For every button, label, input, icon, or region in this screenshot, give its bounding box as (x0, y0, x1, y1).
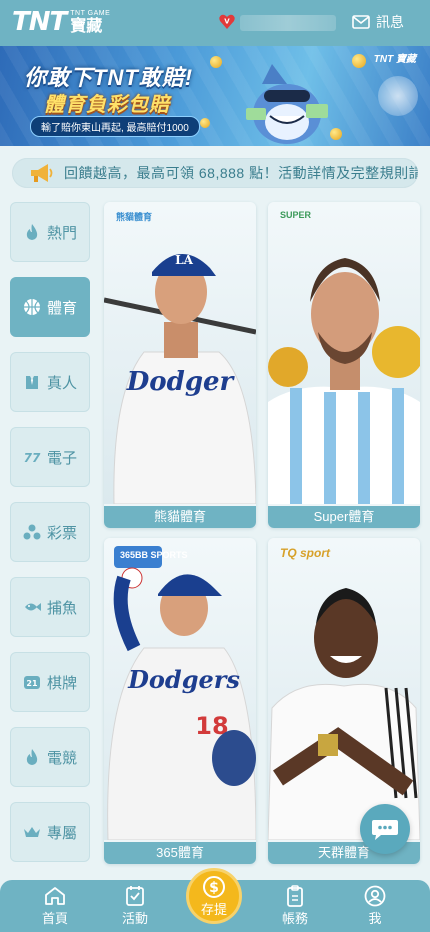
site-logo[interactable]: TNT TNT GAME 寶藏 (12, 8, 110, 36)
sidebar-item-label: 電競 (46, 749, 77, 767)
message-label: 訊息 (376, 14, 404, 30)
home-icon (45, 887, 65, 905)
sidebar-item-lottery[interactable]: 彩票 (10, 502, 90, 562)
game-card-super-sports[interactable]: SUPER Super體育 (268, 202, 420, 528)
player-image: Dodgers 18 (104, 538, 256, 840)
svg-text:V: V (224, 18, 230, 26)
sidebar-item-label: 真人 (46, 374, 77, 392)
banner-tagline: 輸了賠你東山再起, 最高賠付1000 (30, 116, 200, 137)
shark-mascot-icon (246, 64, 328, 144)
chat-support-button[interactable] (360, 804, 410, 854)
sidebar-item-slots[interactable]: 77 電子 (10, 427, 90, 487)
checklist-icon (126, 886, 144, 906)
provider-logo: SUPER (280, 210, 312, 220)
nav-me-label: 我 (368, 911, 382, 926)
sidebar-item-fishing[interactable]: 捕魚 (10, 577, 90, 637)
chat-bubble-icon (372, 820, 398, 840)
sidebar-item-label: 捕魚 (46, 599, 77, 617)
sidebar-item-label: 電子 (46, 449, 77, 467)
player-image (268, 538, 420, 840)
player-image (268, 202, 420, 504)
banner-subtitle: 體育負彩包賠 (44, 94, 170, 116)
marquee-text: 回饋越高，最高可領 68,888 點！活動詳情及完整規則請至活 (64, 165, 418, 181)
lottery-balls-icon (23, 523, 41, 541)
sidebar-item-esports[interactable]: 電競 (10, 727, 90, 787)
game-card-panda-sports[interactable]: Dodger LA 熊貓體育 熊貓體育 (104, 202, 256, 528)
vip-heart-icon: V (219, 14, 235, 29)
provider-logo: 365BB SPORTS (120, 550, 188, 560)
sidebar-item-label: 體育 (46, 299, 77, 317)
sidebar-item-sports[interactable]: 體育 (10, 277, 90, 337)
provider-logo: TQ sport (280, 546, 330, 560)
game-card-365-sports[interactable]: Dodgers 18 365BB SPORTS 365體育 (104, 538, 256, 864)
nav-activity-label: 活動 (121, 911, 148, 926)
sidebar-item-hot[interactable]: 熱門 (10, 202, 90, 262)
megaphone-icon (31, 164, 53, 182)
announcement-marquee[interactable]: 回饋越高，最高可領 68,888 點！活動詳情及完整規則請至活 (12, 158, 418, 188)
fish-icon (23, 598, 41, 616)
sidebar-item-exclusive[interactable]: 專屬 (10, 802, 90, 862)
svg-text:$: $ (209, 880, 219, 896)
sidebar-item-label: 棋牌 (46, 674, 77, 692)
crown-icon (23, 823, 41, 841)
svg-text:LA: LA (175, 253, 193, 267)
clipboard-icon (287, 885, 303, 907)
player-image: Dodger LA (104, 202, 256, 504)
dollar-coin-icon: $ (203, 875, 225, 898)
message-button[interactable]: 訊息 (352, 12, 404, 32)
deposit-withdraw-button[interactable]: $ 存提 (186, 868, 242, 924)
svg-text:77: 77 (24, 451, 41, 464)
username-blurred (240, 15, 336, 31)
sidebar-item-label: 熱門 (46, 224, 77, 242)
user-profile-icon (364, 885, 386, 907)
nav-activity[interactable]: 活動 (105, 884, 165, 927)
logo-chinese: 寶藏 (70, 18, 103, 35)
sidebar-item-label: 彩票 (46, 524, 77, 542)
nav-account[interactable]: 帳務 (265, 884, 325, 927)
card-label: 365體育 (104, 842, 256, 864)
flame-icon (23, 223, 41, 241)
nav-home-label: 首頁 (41, 911, 68, 926)
cards-21-icon: 21 (23, 673, 41, 691)
top-header: TNT TNT GAME 寶藏 V 訊息 (0, 0, 430, 46)
slot-777-icon: 77 (23, 448, 41, 466)
sidebar-item-cards[interactable]: 21 棋牌 (10, 652, 90, 712)
card-label: 熊貓體育 (104, 506, 256, 528)
nav-me[interactable]: 我 (345, 884, 405, 927)
esports-flame-icon (23, 748, 41, 766)
sidebar-item-label: 專屬 (46, 824, 77, 842)
basketball-icon (23, 298, 41, 316)
card-label: Super體育 (268, 506, 420, 528)
deposit-label: 存提 (200, 901, 227, 917)
promo-banner[interactable]: 你敢下TNT敢賠! 體育負彩包賠 輸了賠你東山再起, 最高賠付1000 TNT … (0, 46, 430, 146)
banner-brand: TNT 寶藏 (373, 54, 416, 65)
nav-account-label: 帳務 (281, 911, 308, 926)
dealer-icon (23, 373, 41, 391)
envelope-icon (352, 15, 370, 29)
svg-text:21: 21 (26, 679, 38, 688)
logo-subtitle: TNT GAME (70, 10, 111, 17)
provider-logo: 熊貓體育 (116, 212, 153, 222)
svg-text:Dodgers: Dodgers (127, 665, 240, 694)
svg-text:Dodger: Dodger (126, 367, 236, 397)
nav-home[interactable]: 首頁 (25, 884, 85, 927)
sidebar-item-live[interactable]: 真人 (10, 352, 90, 412)
logo-text: TNT (12, 7, 67, 37)
